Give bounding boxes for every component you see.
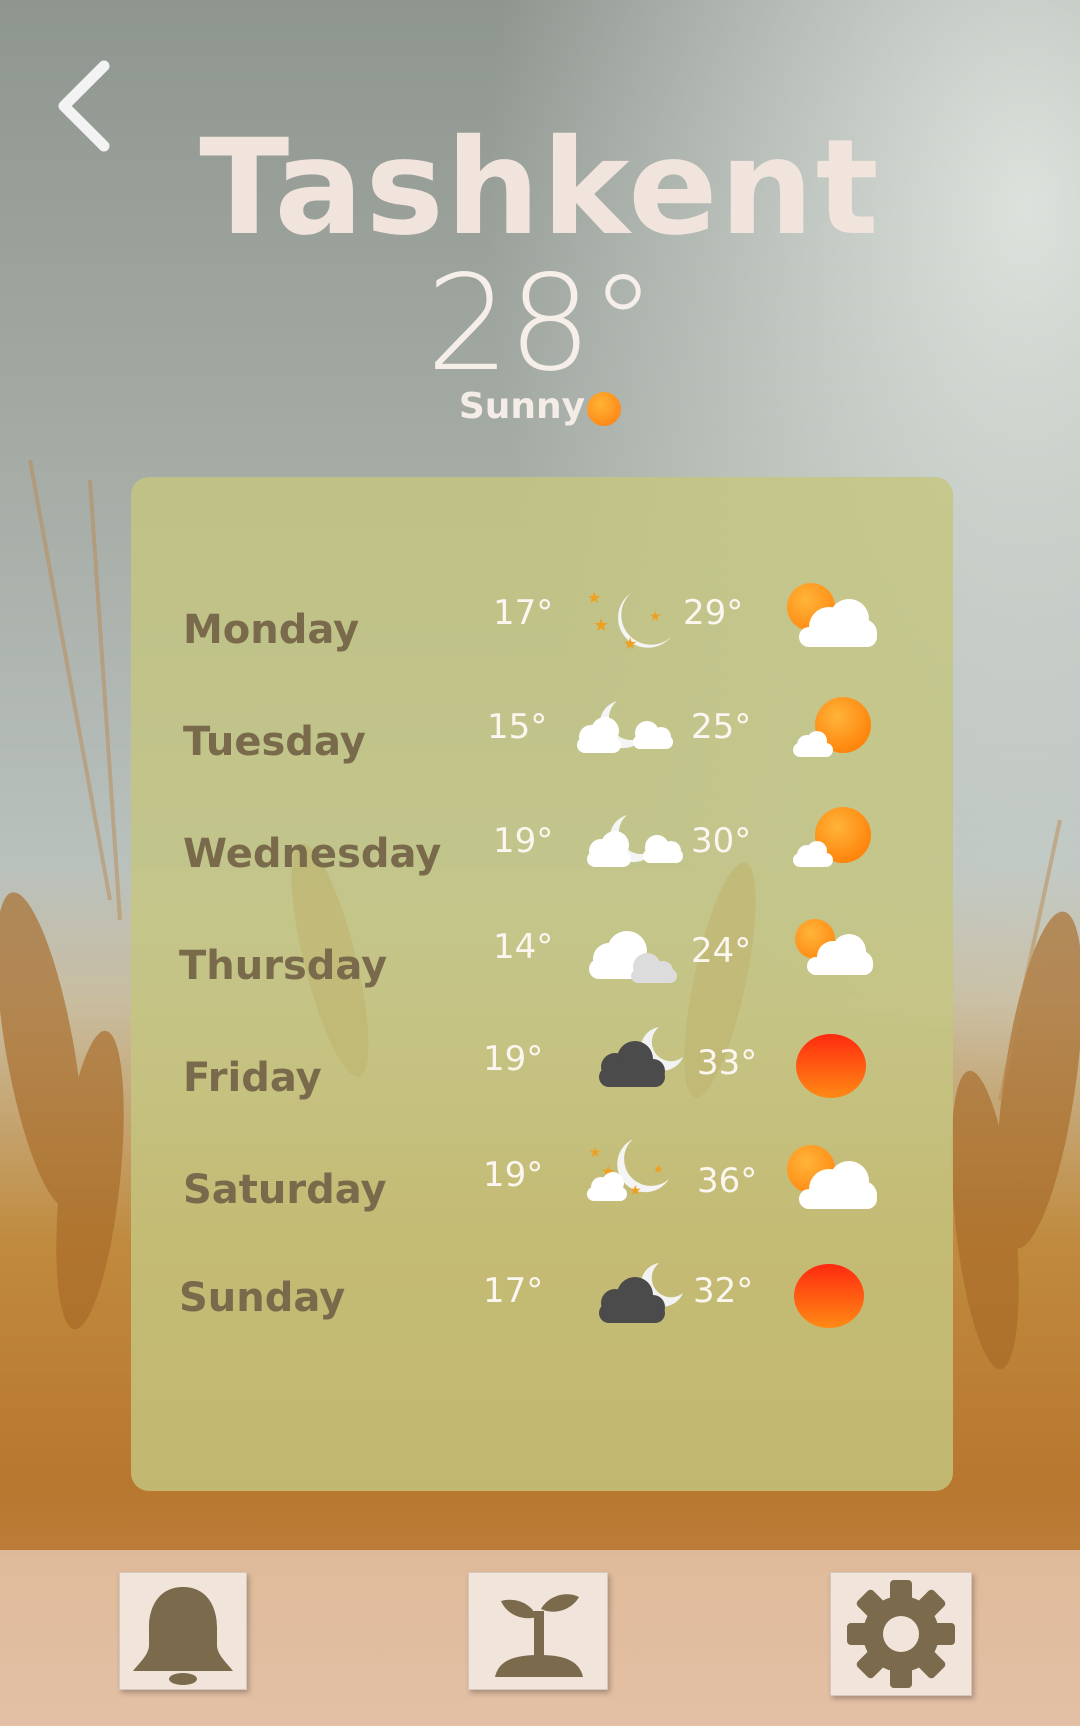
- clouds-icon: [589, 931, 677, 983]
- bell-icon: [133, 1587, 233, 1685]
- low-temp: 17°: [493, 593, 554, 633]
- day-label: Tuesday: [183, 719, 366, 765]
- sun-icon: [587, 392, 622, 426]
- notifications-button[interactable]: [119, 1572, 247, 1690]
- low-temp: 14°: [493, 927, 554, 967]
- sun-behind-cloud-icon: [787, 583, 877, 647]
- high-temp: 36°: [697, 1161, 758, 1201]
- sprout-icon: [495, 1594, 583, 1677]
- forecast-row-friday: Friday 19° 33°: [131, 1025, 953, 1125]
- low-temp: 15°: [487, 707, 548, 747]
- moon-dark-cloud-icon: [599, 1027, 683, 1087]
- moon-clouds-icon: [587, 815, 683, 867]
- hot-sun-icon: [796, 1034, 866, 1098]
- high-temp: 33°: [697, 1043, 758, 1083]
- moon-dark-cloud-icon: [599, 1263, 683, 1323]
- day-label: Saturday: [183, 1167, 387, 1213]
- current-condition: Sunny: [0, 386, 1080, 427]
- svg-text:★: ★: [649, 609, 662, 625]
- city-name: Tashkent: [199, 111, 881, 265]
- weekly-forecast-card: Monday 17° ★ ★ ★ ★ 29° Tuesday 15° 25° W…: [131, 477, 953, 1491]
- forecast-row-sunday: Sunday 17° 32°: [131, 1249, 953, 1349]
- forecast-row-tuesday: Tuesday 15° 25°: [131, 689, 953, 789]
- svg-text:★: ★: [589, 1145, 602, 1161]
- hot-sun-icon: [794, 1264, 864, 1328]
- low-temp: 17°: [483, 1271, 544, 1311]
- bottom-tab-bar: [0, 1550, 1080, 1726]
- low-temp: 19°: [493, 821, 554, 861]
- svg-text:★: ★: [587, 588, 601, 607]
- high-temp: 30°: [691, 821, 752, 861]
- moon-stars-icon: ★ ★ ★ ★: [587, 588, 671, 653]
- day-label: Friday: [183, 1055, 322, 1101]
- low-temp: 19°: [483, 1155, 544, 1195]
- moon-clouds-icon: [577, 701, 673, 753]
- svg-text:★: ★: [593, 615, 609, 636]
- forecast-row-wednesday: Wednesday 19° 30°: [131, 801, 953, 901]
- svg-text:★: ★: [623, 634, 637, 653]
- forecast-row-monday: Monday 17° ★ ★ ★ ★ 29°: [131, 577, 953, 677]
- svg-text:★: ★: [653, 1162, 664, 1176]
- high-temp: 32°: [693, 1271, 754, 1311]
- gear-icon: [847, 1580, 955, 1688]
- sun-small-cloud-icon: [793, 807, 871, 867]
- low-temp: 19°: [483, 1039, 544, 1079]
- svg-text:★: ★: [629, 1183, 642, 1199]
- day-label: Monday: [183, 607, 360, 653]
- condition-label: Sunny: [458, 386, 586, 427]
- settings-button[interactable]: [830, 1572, 972, 1696]
- high-temp: 25°: [691, 707, 752, 747]
- moon-stars-cloud-icon: ★ ★ ★ ★: [587, 1139, 669, 1201]
- sun-behind-cloud-icon: [787, 1145, 877, 1209]
- high-temp: 29°: [683, 593, 744, 633]
- day-label: Thursday: [179, 943, 388, 989]
- sun-behind-cloud-icon: [795, 919, 873, 975]
- forecast-row-thursday: Thursday 14° 24°: [131, 913, 953, 1013]
- day-label: Sunday: [179, 1275, 346, 1321]
- current-temperature: 28°: [426, 247, 656, 401]
- high-temp: 24°: [691, 931, 752, 971]
- day-label: Wednesday: [183, 831, 442, 877]
- sun-small-cloud-icon: [793, 697, 871, 757]
- forecast-row-saturday: Saturday 19° ★ ★ ★ ★ 36°: [131, 1137, 953, 1237]
- plants-button[interactable]: [468, 1572, 608, 1690]
